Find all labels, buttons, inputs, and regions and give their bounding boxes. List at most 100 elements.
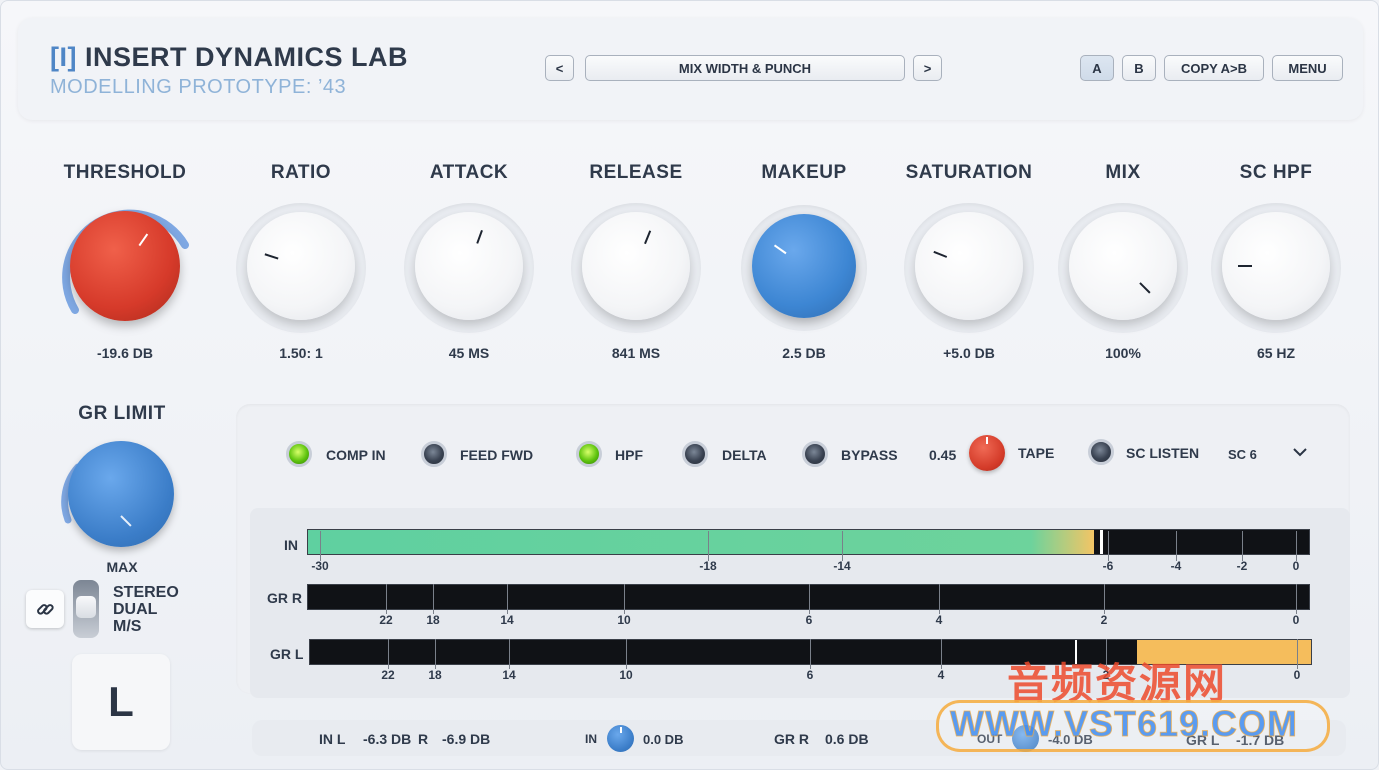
grr-meter-tick-label: 2	[1100, 613, 1108, 627]
mix-label: MIX	[1105, 162, 1141, 183]
stereo-mode-switch-handle[interactable]	[76, 596, 96, 618]
saturation-label: SATURATION	[905, 162, 1033, 183]
comp-in-led[interactable]	[286, 441, 312, 467]
in-meter-tick	[708, 531, 709, 561]
chevron-down-icon	[1293, 448, 1307, 457]
grr-meter-tick-label: 22	[379, 613, 393, 627]
grl-meter-label: GR L	[270, 646, 304, 662]
grl-meter-tick-label: 14	[502, 668, 516, 682]
sc-select-value: SC 6	[1228, 447, 1257, 462]
sc-hpf-knob-pointer	[1238, 265, 1252, 267]
in-meter-label: IN	[284, 537, 298, 553]
grl-meter-tick-label: 4	[937, 668, 945, 682]
mode-stereo-label[interactable]: STEREO	[113, 584, 179, 602]
preset-a-button[interactable]: A	[1080, 55, 1114, 81]
gr-limit-label: GR LIMIT	[78, 403, 166, 424]
preset-name-display[interactable]: MIX WIDTH & PUNCH	[585, 55, 905, 81]
release-knob[interactable]	[582, 212, 690, 320]
attack-knob[interactable]	[415, 212, 523, 320]
copy-a-to-b-button[interactable]: COPY A>B	[1164, 55, 1264, 81]
input-gain-value: 0.0 DB	[643, 732, 684, 747]
in-meter-tick	[1176, 531, 1177, 561]
logo-icon: [I]	[50, 42, 77, 72]
saturation-knob[interactable]	[915, 212, 1023, 320]
attack-knob-pointer	[476, 229, 483, 244]
in-meter-tick	[320, 531, 321, 561]
grl-meter-tick	[435, 639, 436, 669]
grl-meter-tick-label: 6	[806, 668, 814, 682]
grl-meter-tick	[626, 639, 627, 669]
link-button[interactable]	[26, 590, 64, 628]
in-meter-tick-label: -2	[1236, 559, 1248, 573]
grl-meter-tick	[941, 639, 942, 669]
sc-listen-label: SC LISTEN	[1126, 445, 1200, 461]
delta-led[interactable]	[682, 441, 708, 467]
mix-knob-pointer	[1139, 282, 1151, 294]
in-meter-tick	[1296, 531, 1297, 561]
saturation-value: +5.0 DB	[943, 345, 995, 361]
grl-meter-tick	[1297, 639, 1298, 669]
tape-knob[interactable]	[969, 435, 1005, 471]
hpf-label: HPF	[615, 447, 643, 463]
in-meter-tick	[1242, 531, 1243, 561]
ratio-value: 1.50: 1	[279, 345, 323, 361]
sc-hpf-knob[interactable]	[1222, 212, 1330, 320]
makeup-value: 2.5 DB	[782, 345, 826, 361]
feed-fwd-led[interactable]	[421, 441, 447, 467]
grl-meter-tick-label: 18	[428, 668, 442, 682]
tape-label: TAPE	[1018, 445, 1055, 461]
in-r-label: R	[418, 731, 429, 747]
preset-prev-button[interactable]: <	[545, 55, 574, 81]
attack-label: ATTACK	[429, 162, 509, 183]
grr-meter-tick	[386, 584, 387, 614]
mix-value: 100%	[1105, 345, 1141, 361]
mode-ms-label[interactable]: M/S	[113, 618, 141, 636]
grl-meter-tick-label: 22	[381, 668, 395, 682]
menu-button[interactable]: MENU	[1272, 55, 1343, 81]
preset-next-button[interactable]: >	[913, 55, 942, 81]
threshold-label: THRESHOLD	[63, 162, 187, 183]
hpf-led[interactable]	[576, 441, 602, 467]
stereo-mode-switch[interactable]	[73, 580, 99, 638]
sc-hpf-label: SC HPF	[1239, 162, 1313, 183]
input-gain-label: IN	[585, 732, 597, 746]
bypass-label: BYPASS	[841, 447, 898, 463]
in-l-value: -6.3 DB	[363, 731, 412, 747]
input-gain-knob[interactable]	[607, 725, 634, 752]
saturation-knob-pointer	[933, 250, 948, 258]
grr-meter-tick-label: 0	[1292, 613, 1300, 627]
gr-r-value: 0.6 DB	[825, 731, 869, 747]
in-meter-tick-label: -30	[311, 559, 329, 573]
grr-meter-tick	[1296, 584, 1297, 614]
gr-limit-knob[interactable]	[68, 441, 174, 547]
ratio-knob[interactable]	[247, 212, 355, 320]
grr-meter-tick	[1104, 584, 1105, 614]
sc-select-dropdown[interactable]: SC 6	[1216, 439, 1314, 467]
makeup-knob-pointer	[773, 244, 787, 255]
grl-meter-tick	[810, 639, 811, 669]
gr-limit-value: MAX	[106, 559, 138, 575]
gr-r-label: GR R	[774, 731, 809, 747]
mode-dual-label[interactable]: DUAL	[113, 601, 157, 619]
release-label: RELEASE	[589, 162, 683, 183]
grr-meter-tick	[809, 584, 810, 614]
feed-fwd-label: FEED FWD	[460, 447, 534, 463]
makeup-knob[interactable]	[752, 214, 856, 318]
ratio-label: RATIO	[270, 162, 332, 183]
sc-listen-led[interactable]	[1088, 439, 1114, 465]
grl-meter-tick	[509, 639, 510, 669]
grl-meter-tick-label: 0	[1293, 668, 1301, 682]
ratio-knob-pointer	[264, 253, 279, 260]
preset-b-button[interactable]: B	[1122, 55, 1156, 81]
grr-meter-tick	[624, 584, 625, 614]
threshold-knob[interactable]	[70, 211, 180, 321]
delta-label: DELTA	[722, 447, 767, 463]
grr-meter-label: GR R	[267, 590, 302, 606]
bypass-led[interactable]	[802, 441, 828, 467]
link-icon	[37, 604, 54, 615]
grr-meter-tick	[433, 584, 434, 614]
grr-meter-tick-label: 6	[805, 613, 813, 627]
release-value: 841 MS	[611, 345, 661, 361]
mix-knob[interactable]	[1069, 212, 1177, 320]
channel-display[interactable]: L	[72, 654, 170, 750]
